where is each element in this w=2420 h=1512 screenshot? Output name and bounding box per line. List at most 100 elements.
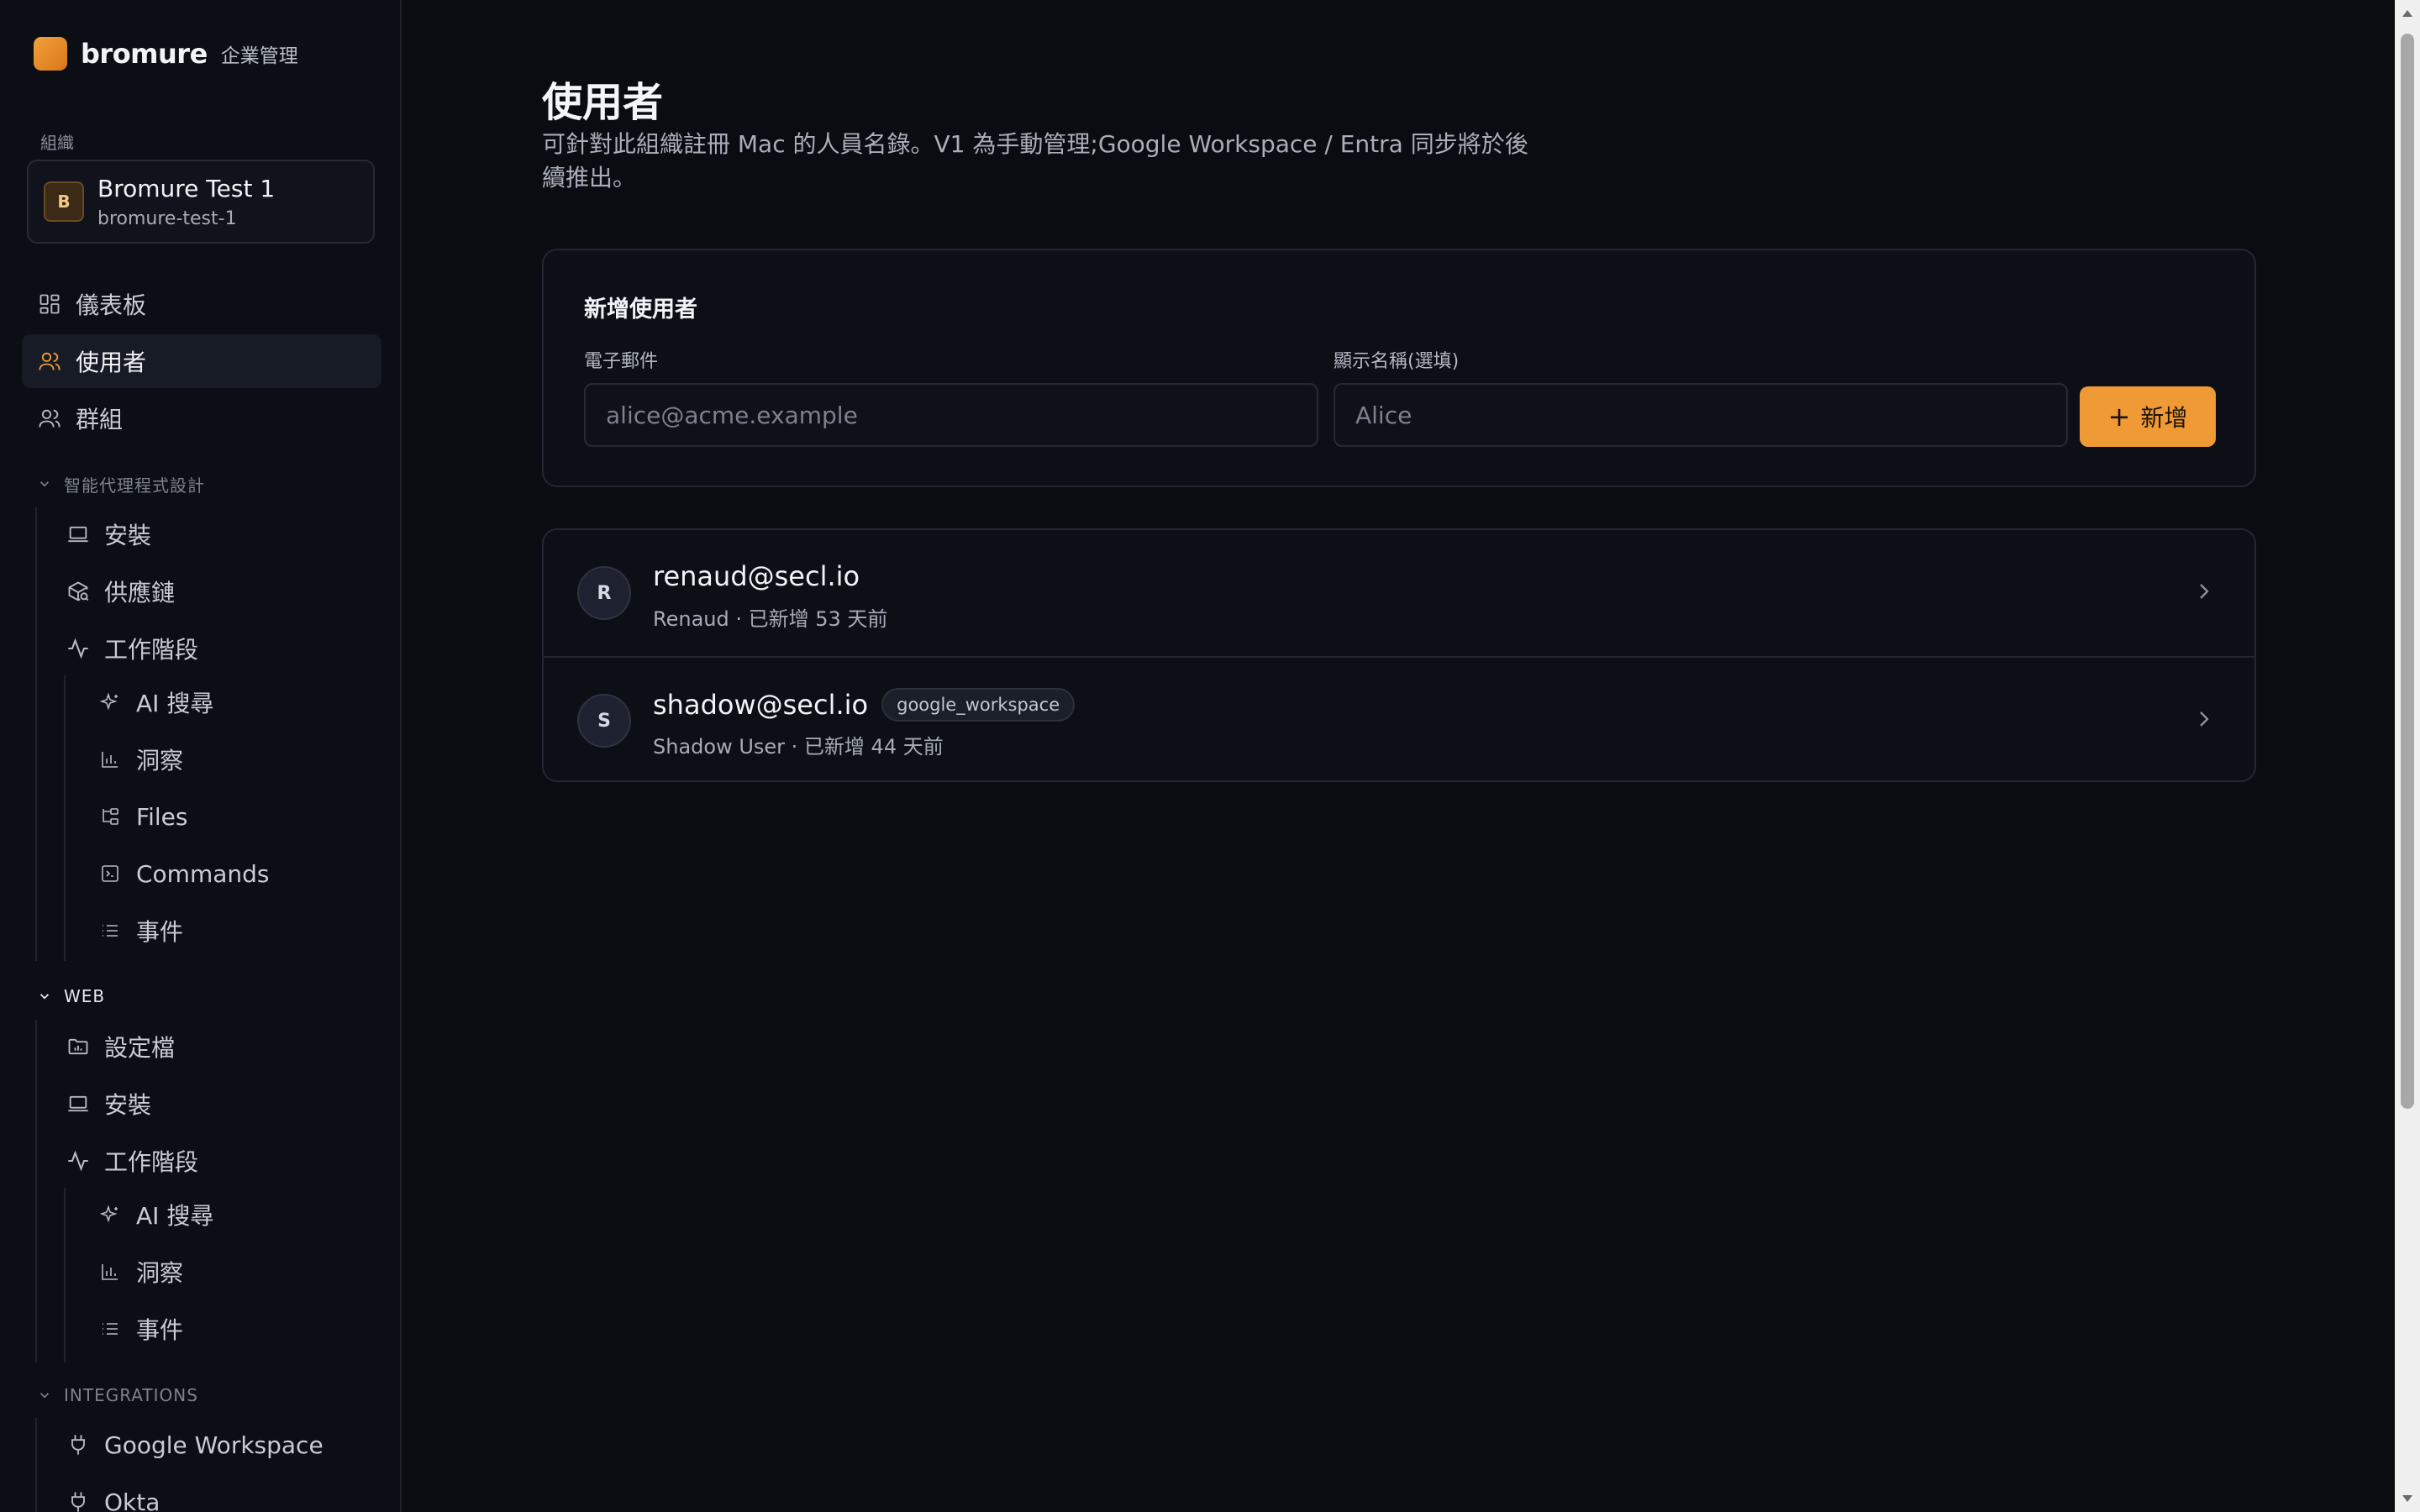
sidebar-item-label: 使用者 [76, 349, 147, 376]
scroll-thumb[interactable] [2401, 34, 2414, 1109]
activity-icon [66, 1148, 91, 1173]
org-switcher[interactable]: B Bromure Test 1 bromure-test-1 [27, 160, 375, 244]
email-input[interactable] [584, 383, 1318, 447]
chevron-right-icon [2200, 584, 2209, 599]
display-name-label: 顯示名稱(選填) [1334, 351, 1460, 372]
sidebar-item-web-ai-search[interactable]: AI 搜尋 [81, 1188, 370, 1242]
page-description: 可針對此組織註冊 Mac 的人員名錄。V1 為手動管理;Google Works… [542, 130, 1528, 192]
add-user-button-label: 新增 [2140, 404, 2188, 432]
tree-line [35, 1020, 37, 1362]
bar-chart-icon [99, 1261, 121, 1283]
sidebar-item-label: Files [136, 802, 188, 831]
sidebar-item-label: 群組 [76, 406, 124, 433]
sidebar-item-label: 儀表板 [76, 291, 147, 319]
sidebar-item-agent-install[interactable]: 安裝 [50, 507, 370, 561]
dashboard-icon [37, 291, 62, 317]
sidebar-item-okta[interactable]: Okta [50, 1475, 370, 1512]
avatar: R [577, 566, 631, 620]
sidebar-item-agent-commands[interactable]: Commands [81, 847, 370, 900]
section-web-label: WEB [64, 986, 106, 1006]
sidebar-item-agent-files[interactable]: Files [81, 790, 370, 843]
laptop-icon [66, 522, 91, 547]
laptop-icon [66, 1091, 91, 1116]
user-email: renaud@secl.io [653, 560, 860, 592]
scroll-up-arrow[interactable] [2402, 10, 2412, 17]
sidebar-item-supply-chain[interactable]: 供應鏈 [50, 564, 370, 618]
table-row[interactable]: R renaud@secl.io Renaud · 已新增 53 天前 [544, 530, 2254, 656]
page-scrollbar[interactable] [2395, 0, 2420, 1512]
sidebar-item-google-workspace[interactable]: Google Workspace [50, 1418, 370, 1472]
terminal-icon [99, 863, 121, 885]
tree-line [64, 675, 66, 961]
plus-icon: + [2107, 401, 2131, 433]
sparkles-icon [99, 691, 121, 713]
sidebar-item-web-install[interactable]: 安裝 [50, 1077, 370, 1131]
sidebar-item-label: 事件 [136, 1316, 184, 1344]
sidebar-item-label: Commands [136, 859, 270, 888]
sidebar-item-label: 供應鏈 [104, 579, 176, 606]
user-list: R renaud@secl.io Renaud · 已新增 53 天前 S sh… [542, 528, 2256, 782]
sidebar-item-agent-insights[interactable]: 洞察 [81, 732, 370, 786]
sidebar-item-groups[interactable]: 群組 [22, 391, 381, 445]
tree-line [64, 1188, 66, 1362]
brand-subtitle: 企業管理 [220, 45, 298, 67]
sidebar-item-label: 事件 [136, 918, 184, 946]
tree-line [35, 1418, 37, 1512]
sidebar-item-label: Google Workspace [104, 1431, 324, 1459]
sidebar-item-web-events[interactable]: 事件 [81, 1302, 370, 1356]
sidebar-item-agent-events[interactable]: 事件 [81, 904, 370, 958]
source-badge: google_workspace [881, 688, 1076, 722]
sidebar-item-label: 洞察 [136, 1259, 184, 1287]
scroll-down-arrow[interactable] [2402, 1495, 2412, 1502]
add-user-button[interactable]: + 新增 [2080, 386, 2216, 447]
bar-chart-icon [99, 748, 121, 770]
sidebar-item-label: 安裝 [104, 522, 152, 549]
chevron-down-icon [39, 1393, 50, 1399]
user-email: shadow@secl.io google_workspace [653, 688, 1076, 722]
org-name: Bromure Test 1 [97, 175, 276, 202]
brand-name: bromure [81, 38, 208, 70]
list-icon [99, 920, 121, 942]
sidebar-item-agent-ai-search[interactable]: AI 搜尋 [81, 675, 370, 729]
user-email-text: shadow@secl.io [653, 689, 869, 721]
table-row[interactable]: S shadow@secl.io google_workspace Shadow… [544, 656, 2254, 780]
user-meta: Shadow User · 已新增 44 天前 [653, 735, 944, 759]
section-web-toggle[interactable]: WEB [37, 981, 105, 1011]
chevron-down-icon [39, 994, 50, 1000]
sidebar-item-label: 工作階段 [104, 636, 199, 664]
email-label: 電子郵件 [584, 351, 659, 372]
add-user-card: 新增使用者 電子郵件 顯示名稱(選填) + 新增 [542, 249, 2256, 487]
sidebar-item-users[interactable]: 使用者 [22, 334, 381, 388]
sidebar-item-web-sessions[interactable]: 工作階段 [50, 1134, 370, 1188]
section-agent-toggle[interactable]: 智能代理程式設計 [37, 469, 205, 499]
sparkles-icon [99, 1204, 121, 1226]
sidebar-item-web-insights[interactable]: 洞察 [81, 1245, 370, 1299]
display-name-input[interactable] [1334, 383, 2068, 447]
chevron-down-icon [39, 481, 50, 487]
org-slug: bromure-test-1 [97, 208, 237, 229]
sidebar-item-dashboard[interactable]: 儀表板 [22, 277, 381, 331]
tree-line [35, 507, 37, 961]
package-search-icon [66, 579, 91, 604]
plug-icon [66, 1432, 91, 1457]
sidebar-item-agent-sessions[interactable]: 工作階段 [50, 622, 370, 675]
sidebar-item-label: AI 搜尋 [136, 690, 214, 717]
sidebar: bromure 企業管理 組織 B Bromure Test 1 bromure… [0, 0, 402, 1512]
avatar: S [577, 694, 631, 748]
sidebar-item-web-profiles[interactable]: 設定檔 [50, 1020, 370, 1074]
folder-tree-icon [99, 806, 121, 827]
section-integrations-label: INTEGRATIONS [64, 1385, 198, 1405]
page-title: 使用者 [542, 79, 664, 126]
section-integrations-toggle[interactable]: INTEGRATIONS [37, 1380, 198, 1410]
brand-logo [34, 37, 67, 71]
sidebar-item-label: 工作階段 [104, 1148, 199, 1176]
sidebar-item-label: Okta [104, 1488, 160, 1512]
users-icon [37, 349, 62, 374]
chevron-right-icon [2200, 711, 2209, 727]
org-label: 組織 [40, 133, 74, 153]
brand[interactable]: bromure 企業管理 [34, 37, 298, 71]
section-agent-label: 智能代理程式設計 [64, 475, 205, 496]
add-user-title: 新增使用者 [584, 297, 697, 323]
sidebar-item-label: AI 搜尋 [136, 1202, 214, 1230]
sidebar-item-label: 設定檔 [104, 1034, 176, 1062]
